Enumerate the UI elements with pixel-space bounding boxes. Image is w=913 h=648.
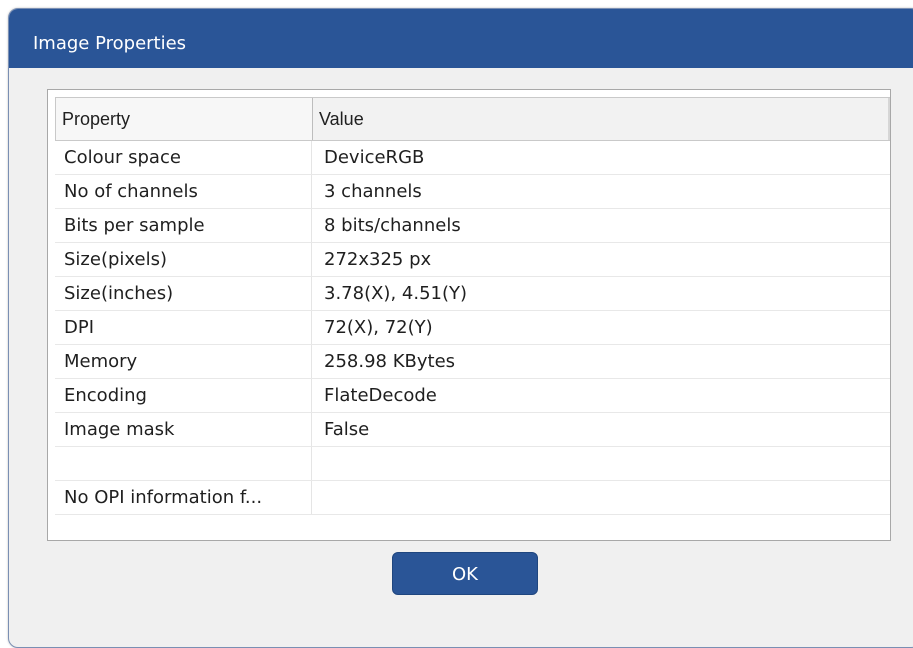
table-row[interactable]: No of channels 3 channels bbox=[55, 175, 890, 209]
property-cell: No OPI information f... bbox=[55, 481, 312, 514]
value-cell: 72(X), 72(Y) bbox=[324, 317, 433, 338]
table-row[interactable]: Colour space DeviceRGB bbox=[55, 141, 890, 175]
property-cell: Encoding bbox=[55, 379, 312, 412]
dialog-title: Image Properties bbox=[33, 33, 187, 54]
value-cell: 258.98 KBytes bbox=[324, 351, 456, 372]
value-cell bbox=[312, 447, 890, 480]
table-row[interactable] bbox=[55, 447, 890, 481]
table-row[interactable]: Encoding FlateDecode bbox=[55, 379, 890, 413]
table-row[interactable]: Bits per sample 8 bits/channels bbox=[55, 209, 890, 243]
property-column-header[interactable]: Property bbox=[56, 98, 313, 140]
value-cell: False bbox=[324, 419, 370, 440]
value-cell: DeviceRGB bbox=[324, 147, 425, 168]
value-cell: 3.78(X), 4.51(Y) bbox=[324, 283, 468, 304]
property-cell: DPI bbox=[55, 311, 312, 344]
property-cell: Size(inches) bbox=[55, 277, 312, 310]
table-body: Colour space DeviceRGB No of channels 3 … bbox=[55, 141, 890, 515]
table-header: Property Value bbox=[55, 97, 890, 141]
property-cell: Memory bbox=[55, 345, 312, 378]
value-cell: 8 bits/channels bbox=[324, 215, 461, 236]
table-row[interactable]: Image mask False bbox=[55, 413, 890, 447]
property-cell: Colour space bbox=[55, 141, 312, 174]
value-cell: 272x325 px bbox=[324, 249, 432, 270]
property-cell: Bits per sample bbox=[55, 209, 312, 242]
value-cell bbox=[312, 481, 890, 514]
properties-table: Property Value Colour space DeviceRGB No… bbox=[47, 89, 891, 541]
ok-button[interactable]: OK bbox=[392, 552, 538, 595]
image-properties-dialog: Image Properties Property Value Colour s… bbox=[8, 8, 913, 648]
property-cell: Size(pixels) bbox=[55, 243, 312, 276]
property-cell: No of channels bbox=[55, 175, 312, 208]
value-cell: 3 channels bbox=[324, 181, 422, 202]
table-row[interactable]: DPI 72(X), 72(Y) bbox=[55, 311, 890, 345]
property-cell: Image mask bbox=[55, 413, 312, 446]
table-row[interactable]: Size(pixels) 272x325 px bbox=[55, 243, 890, 277]
table-row[interactable]: No OPI information f... bbox=[55, 481, 890, 515]
table-row[interactable]: Memory 258.98 KBytes bbox=[55, 345, 890, 379]
table-row[interactable]: Size(inches) 3.78(X), 4.51(Y) bbox=[55, 277, 890, 311]
titlebar[interactable]: Image Properties bbox=[9, 9, 913, 68]
value-cell: FlateDecode bbox=[324, 385, 437, 406]
value-column-header[interactable]: Value bbox=[313, 98, 890, 140]
property-cell bbox=[55, 447, 312, 480]
